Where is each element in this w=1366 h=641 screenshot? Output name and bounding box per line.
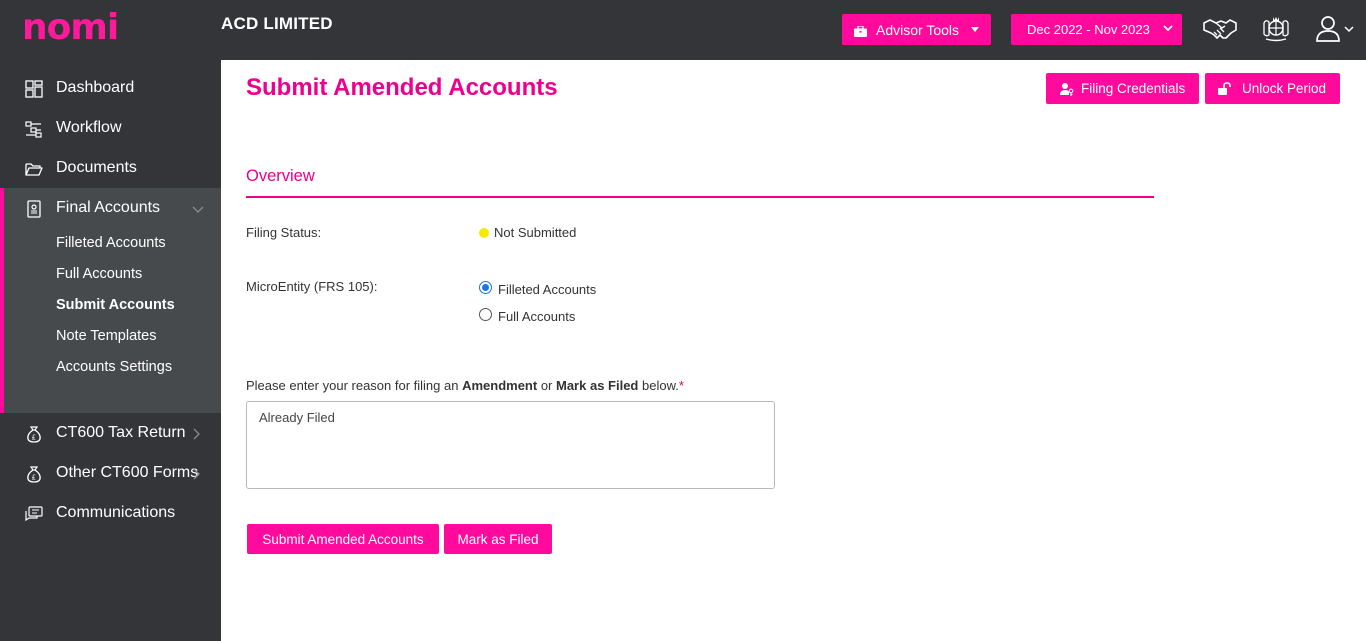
reason-or: or	[537, 378, 556, 393]
radio-full-accounts-label[interactable]: Full Accounts	[498, 309, 575, 324]
final-accounts-group: Final Accounts Filleted Accounts Full Ac…	[0, 188, 221, 413]
svg-text:£: £	[32, 474, 36, 482]
sidebar-item-documents[interactable]: Documents	[0, 148, 221, 188]
nomi-logo[interactable]: nomi	[22, 8, 119, 48]
status-dot-icon	[479, 228, 489, 238]
user-icon[interactable]	[1314, 14, 1356, 49]
reason-textarea[interactable]: Already Filed	[246, 401, 775, 489]
reason-mark: Mark as Filed	[556, 378, 639, 393]
dashboard-icon	[25, 80, 43, 98]
microentity-label: MicroEntity (FRS 105):	[246, 279, 378, 294]
sidebar-item-label: Final Accounts	[56, 199, 161, 216]
company-name: ACD LIMITED	[221, 14, 333, 33]
advisor-tools-button[interactable]: Advisor Tools	[842, 14, 991, 45]
sidebar-item-final-accounts[interactable]: Final Accounts	[0, 188, 221, 228]
sidebar-item-label: Workflow	[56, 119, 122, 136]
sidebar-subitem-full-accounts[interactable]: Full Accounts	[56, 266, 142, 282]
filing-status-value: Not Submitted	[494, 225, 577, 240]
money-bag-icon: £	[25, 425, 43, 443]
reason-instruction: Please enter your reason for filing an A…	[246, 378, 684, 393]
svg-text:£: £	[32, 434, 36, 442]
required-asterisk: *	[678, 378, 684, 393]
sidebar-item-other-ct600-forms[interactable]: £ Other CT600 Forms	[0, 453, 221, 493]
sidebar-subitem-submit-accounts[interactable]: Submit Accounts	[56, 297, 175, 313]
user-key-icon	[1060, 82, 1074, 96]
sidebar-item-ct600-tax-return[interactable]: £ CT600 Tax Return	[0, 413, 221, 453]
folder-icon	[25, 160, 43, 178]
unlock-period-label: Unlock Period	[1242, 81, 1327, 96]
unlock-icon	[1218, 82, 1232, 95]
period-label: Dec 2022 - Nov 2023	[1027, 22, 1150, 37]
sidebar-item-workflow[interactable]: Workflow	[0, 108, 221, 148]
overview-heading: Overview	[246, 167, 315, 185]
chevron-down-icon	[192, 202, 204, 220]
submit-amended-accounts-button[interactable]: Submit Amended Accounts	[247, 524, 439, 554]
radio-filleted-accounts[interactable]	[479, 281, 492, 294]
sidebar-subitem-note-templates[interactable]: Note Templates	[56, 328, 156, 344]
sidebar-item-label: CT600 Tax Return	[56, 424, 186, 441]
chevron-down-icon	[1162, 22, 1174, 37]
briefcase-icon	[854, 24, 867, 37]
sidebar-item-label: Dashboard	[56, 79, 135, 96]
workflow-icon	[25, 120, 43, 138]
sidebar-item-dashboard[interactable]: Dashboard	[0, 68, 221, 108]
sidebar-item-label: Communications	[56, 504, 176, 521]
filing-credentials-button[interactable]: Filing Credentials	[1046, 73, 1199, 104]
handshake-icon[interactable]	[1202, 14, 1238, 49]
top-bar: nomi ACD LIMITED Advisor Tools Dec 2022 …	[0, 0, 1366, 60]
caret-down-icon	[971, 27, 979, 32]
advisor-tools-label: Advisor Tools	[876, 21, 960, 38]
filing-status-label: Filing Status:	[246, 225, 322, 240]
reason-amendment: Amendment	[462, 378, 538, 393]
sidebar-item-communications[interactable]: Communications	[0, 493, 221, 533]
sidebar-subitem-filleted-accounts[interactable]: Filleted Accounts	[56, 235, 166, 251]
mark-as-filed-button[interactable]: Mark as Filed	[444, 524, 552, 554]
sidebar-item-label: Documents	[56, 159, 137, 176]
sidebar-subitem-accounts-settings[interactable]: Accounts Settings	[56, 359, 172, 375]
overview-divider	[246, 196, 1154, 198]
chevron-right-icon	[190, 427, 202, 445]
accounts-icon	[25, 200, 43, 218]
sidebar: Dashboard Workflow Documents Final Accou…	[0, 60, 221, 641]
radio-full-accounts[interactable]	[479, 308, 492, 321]
chevron-right-icon	[190, 467, 202, 485]
royal-crest-icon[interactable]	[1260, 13, 1292, 50]
page-title: Submit Amended Accounts	[246, 74, 558, 101]
reason-suffix: below.	[638, 378, 679, 393]
filing-credentials-label: Filing Credentials	[1081, 81, 1186, 96]
money-bag-icon: £	[25, 465, 43, 483]
radio-filleted-accounts-label[interactable]: Filleted Accounts	[498, 282, 596, 297]
unlock-period-button[interactable]: Unlock Period	[1205, 73, 1340, 104]
period-selector[interactable]: Dec 2022 - Nov 2023	[1011, 14, 1182, 45]
reason-prefix: Please enter your reason for filing an	[246, 378, 463, 393]
sidebar-item-label: Other CT600 Forms	[56, 464, 199, 481]
chat-icon	[25, 505, 43, 523]
